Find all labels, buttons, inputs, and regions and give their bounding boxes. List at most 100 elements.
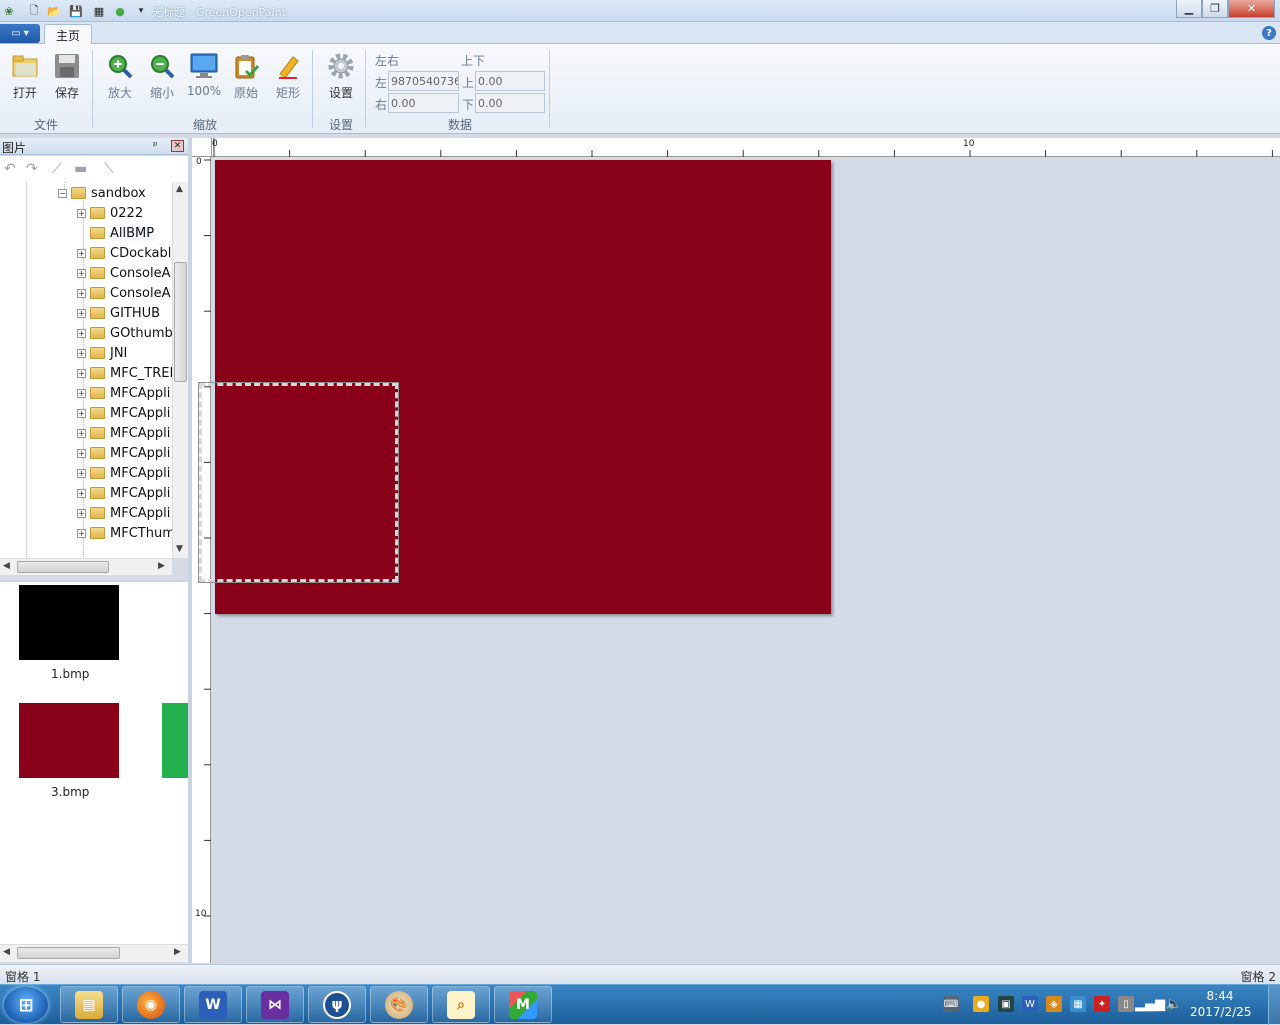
- save-icon[interactable]: 💾: [68, 3, 84, 19]
- tray-app-icon[interactable]: ●: [973, 996, 989, 1012]
- taskbar-word[interactable]: W: [184, 986, 242, 1023]
- taskbar-sourcetree[interactable]: ψ: [308, 986, 366, 1023]
- new-icon[interactable]: 🗋: [26, 3, 42, 19]
- tray-word-icon[interactable]: W: [1022, 996, 1038, 1012]
- tree-item[interactable]: + MFCAppli: [77, 503, 170, 523]
- tree-item[interactable]: + MFCAppli: [77, 443, 170, 463]
- settings-button[interactable]: 设置: [321, 52, 361, 102]
- tree-item[interactable]: + GITHUB: [77, 303, 160, 323]
- volume-icon[interactable]: 🔈: [1166, 996, 1182, 1012]
- tree-item[interactable]: + MFC_TREI: [77, 363, 172, 383]
- expand-icon[interactable]: +: [77, 368, 86, 378]
- expand-icon[interactable]: +: [77, 348, 86, 358]
- tray-device-icon[interactable]: ▯: [1118, 996, 1134, 1012]
- expand-icon[interactable]: +: [77, 508, 86, 518]
- scroll-thumb[interactable]: [17, 947, 120, 959]
- tab-home[interactable]: 主页: [44, 24, 92, 45]
- expand-icon[interactable]: +: [77, 328, 86, 338]
- tray-monitor-icon[interactable]: ▣: [998, 996, 1014, 1012]
- tree-item[interactable]: +0222: [77, 203, 143, 223]
- rectangle-button[interactable]: 矩形: [268, 52, 308, 102]
- panel-close-button[interactable]: ✕: [171, 140, 184, 152]
- show-desktop-button[interactable]: [1268, 985, 1280, 1025]
- expand-icon[interactable]: +: [77, 428, 86, 438]
- taskbar-search-tool[interactable]: ⌕: [432, 986, 490, 1023]
- dropdown-icon[interactable]: ▾: [133, 3, 149, 19]
- close-button[interactable]: ✕: [1228, 0, 1275, 18]
- start-button[interactable]: ⊞: [4, 987, 48, 1023]
- tray-antivirus-icon[interactable]: ✦: [1094, 996, 1110, 1012]
- save-button[interactable]: 保存: [47, 52, 87, 102]
- scroll-left-icon[interactable]: ◀: [3, 561, 10, 571]
- zoom-100-button[interactable]: 100%: [184, 52, 224, 102]
- open-icon[interactable]: 📂: [46, 3, 62, 19]
- thumbnail-image-1[interactable]: [19, 585, 119, 660]
- zoom-in-button[interactable]: 放大: [100, 52, 140, 102]
- tree-item[interactable]: + ConsoleA: [77, 283, 171, 303]
- zoom-out-button[interactable]: 缩小: [142, 52, 182, 102]
- tray-update-icon[interactable]: ◈: [1046, 996, 1062, 1012]
- thumbnail-image-2[interactable]: [19, 703, 119, 778]
- clock[interactable]: 8:44 2017/2/25: [1190, 988, 1252, 1020]
- expand-icon[interactable]: +: [77, 208, 86, 218]
- selection-rectangle[interactable]: [198, 382, 399, 583]
- tree-item[interactable]: + JNI: [77, 343, 127, 363]
- left-value-field[interactable]: 98705407364: [388, 71, 459, 91]
- tree-item[interactable]: + CDockabl: [77, 243, 171, 263]
- tree-item[interactable]: + MFCAppli: [77, 403, 170, 423]
- expand-icon[interactable]: +: [77, 448, 86, 458]
- taskbar-firefox[interactable]: ◉: [122, 986, 180, 1023]
- collapse-icon[interactable]: −: [58, 188, 67, 198]
- expand-icon[interactable]: +: [77, 288, 86, 298]
- taskbar-visual-studio[interactable]: ⋈: [246, 986, 304, 1023]
- tree-item[interactable]: + GOthumb: [77, 323, 172, 343]
- minimize-button[interactable]: ▁: [1176, 0, 1202, 18]
- app-icon[interactable]: ❀: [1, 3, 17, 19]
- redo-icon[interactable]: ↷: [26, 161, 38, 177]
- tree-item[interactable]: + ConsoleA: [77, 263, 171, 283]
- thumbnail-image-3[interactable]: [162, 703, 188, 778]
- expand-icon[interactable]: +: [77, 488, 86, 498]
- expand-icon[interactable]: +: [77, 308, 86, 318]
- tree-item[interactable]: + MFCAppli: [77, 423, 170, 443]
- tree-item[interactable]: + MFCThum: [77, 523, 172, 543]
- dash-tool-icon[interactable]: ▬: [74, 161, 87, 177]
- help-icon[interactable]: ?: [1262, 26, 1276, 40]
- tree-item[interactable]: + MFCAppli: [77, 383, 170, 403]
- expand-icon[interactable]: +: [77, 468, 86, 478]
- tree-horizontal-scrollbar[interactable]: ◀ ▶: [0, 558, 172, 575]
- scroll-right-icon[interactable]: ▶: [158, 561, 165, 571]
- expand-icon[interactable]: +: [77, 248, 86, 258]
- taskbar-paint[interactable]: 🎨: [370, 986, 428, 1023]
- scroll-down-icon[interactable]: ▼: [176, 544, 183, 554]
- properties-icon[interactable]: ▦: [91, 3, 107, 19]
- scroll-right-icon[interactable]: ▶: [174, 947, 181, 957]
- tree-root-node[interactable]: − sandbox: [58, 183, 146, 203]
- tray-network-drive-icon[interactable]: ▦: [1070, 996, 1086, 1012]
- expand-icon[interactable]: +: [77, 528, 86, 538]
- pin-icon[interactable]: ᵖ: [153, 139, 158, 152]
- right-value-field[interactable]: 0.00: [388, 93, 459, 113]
- scroll-thumb[interactable]: [174, 262, 187, 382]
- expand-icon[interactable]: +: [77, 388, 86, 398]
- tree-item[interactable]: + MFCAppli: [77, 483, 170, 503]
- scroll-left-icon[interactable]: ◀: [3, 947, 10, 957]
- expand-icon[interactable]: +: [77, 268, 86, 278]
- expand-icon[interactable]: +: [77, 408, 86, 418]
- network-icon[interactable]: ▂▄▆: [1135, 996, 1165, 1012]
- thumbnail-horizontal-scrollbar[interactable]: ◀ ▶: [0, 944, 188, 962]
- application-menu-button[interactable]: ▭ ▾: [0, 24, 40, 43]
- taskbar-explorer[interactable]: ▤: [60, 986, 118, 1023]
- open-button[interactable]: 打开: [5, 52, 45, 102]
- brush-tool-icon[interactable]: ⟍: [104, 161, 114, 177]
- taskbar-mfc-app[interactable]: M: [494, 986, 552, 1023]
- tree-vertical-scrollbar[interactable]: ▲ ▼: [172, 182, 188, 558]
- tree-item[interactable]: + MFCAppli: [77, 463, 170, 483]
- restore-button[interactable]: ❐: [1202, 0, 1228, 18]
- scroll-up-icon[interactable]: ▲: [176, 184, 183, 194]
- keyboard-icon[interactable]: ⌨: [943, 996, 959, 1012]
- green-circle-icon[interactable]: ●: [112, 3, 128, 19]
- scroll-thumb[interactable]: [17, 561, 109, 573]
- undo-icon[interactable]: ↶: [4, 161, 16, 177]
- original-button[interactable]: 原始: [226, 52, 266, 102]
